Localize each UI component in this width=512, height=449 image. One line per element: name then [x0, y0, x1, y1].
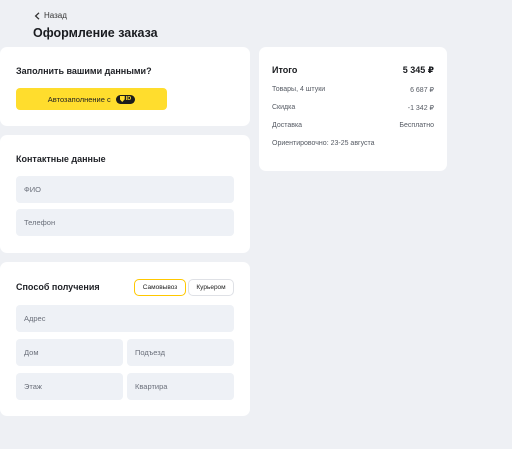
back-link[interactable]: Назад: [34, 11, 67, 20]
discount-value: -1 342 ₽: [407, 105, 434, 112]
items-label: Товары, 4 штуки: [272, 86, 326, 93]
floor-field[interactable]: Этаж: [16, 373, 123, 400]
total-label: Итого: [272, 65, 298, 75]
shipping-row: Доставка Бесплатно: [272, 122, 434, 129]
delivery-heading: Способ получения: [16, 282, 100, 292]
shield-icon: [119, 96, 125, 102]
pickup-option[interactable]: Самовывоз: [134, 279, 186, 296]
back-label: Назад: [44, 11, 67, 20]
apartment-field[interactable]: Квартира: [127, 373, 234, 400]
eta-text: Ориентировочно: 23-25 августа: [272, 140, 375, 147]
name-field[interactable]: ФИО: [16, 176, 234, 203]
eta-row: Ориентировочно: 23-25 августа: [272, 140, 434, 147]
page-title: Оформление заказа: [33, 26, 158, 40]
house-field[interactable]: Дом: [16, 339, 123, 366]
apartment-placeholder: Квартира: [135, 382, 168, 391]
autofill-heading: Заполнить вашими данными?: [16, 66, 152, 76]
name-placeholder: ФИО: [24, 185, 41, 194]
total-value: 5 345 ₽: [402, 65, 434, 75]
tid-logo-text: ID: [125, 96, 132, 102]
phone-field[interactable]: Телефон: [16, 209, 234, 236]
autofill-button[interactable]: Автозаполнение с ID: [16, 88, 167, 110]
chevron-left-icon: [34, 11, 40, 20]
discount-label: Скидка: [272, 104, 296, 111]
items-value: 6 687 ₽: [410, 87, 434, 94]
courier-option[interactable]: Курьером: [188, 279, 234, 296]
total-row: Итого 5 345 ₽: [272, 65, 434, 76]
address-field[interactable]: Адрес: [16, 305, 234, 332]
phone-placeholder: Телефон: [24, 218, 56, 227]
contacts-card: Контактные данные ФИО Телефон: [0, 135, 250, 253]
house-placeholder: Дом: [24, 348, 39, 357]
address-placeholder: Адрес: [24, 314, 46, 323]
tid-logo-icon: ID: [115, 94, 136, 104]
shipping-value: Бесплатно: [399, 122, 434, 129]
order-summary-card: Итого 5 345 ₽ Товары, 4 штуки 6 687 ₽ Ск…: [259, 47, 447, 171]
entrance-placeholder: Подъезд: [135, 348, 165, 357]
autofill-button-label: Автозаполнение с: [47, 94, 111, 104]
delivery-card: Способ получения Самовывоз Курьером Адре…: [0, 262, 250, 416]
discount-row: Скидка -1 342 ₽: [272, 104, 434, 112]
items-row: Товары, 4 штуки 6 687 ₽: [272, 86, 434, 94]
shipping-label: Доставка: [272, 122, 303, 129]
entrance-field[interactable]: Подъезд: [127, 339, 234, 366]
pickup-option-label: Самовывоз: [142, 284, 178, 291]
contacts-heading: Контактные данные: [16, 154, 106, 164]
floor-placeholder: Этаж: [24, 382, 42, 391]
autofill-card: Заполнить вашими данными? Автозаполнение…: [0, 47, 250, 126]
courier-option-label: Курьером: [196, 284, 226, 291]
